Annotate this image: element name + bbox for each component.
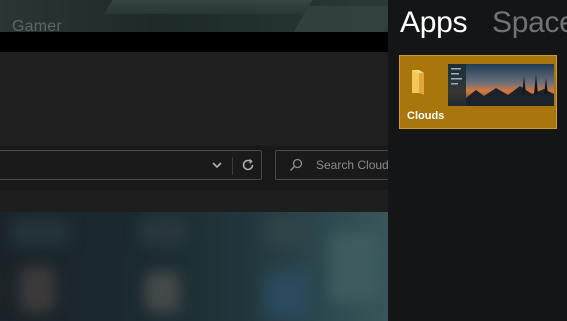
blurred-background-content	[0, 212, 388, 321]
tab-spaces[interactable]: Spaces	[492, 6, 567, 40]
address-bar[interactable]	[0, 150, 262, 180]
file-explorer-window: Search Cloud	[0, 52, 395, 212]
window-edge-band	[0, 32, 388, 52]
tile-label: Clouds	[407, 110, 445, 122]
folder-icon	[412, 70, 424, 95]
folder-preview-thumbnail	[448, 64, 554, 106]
search-field[interactable]: Search Cloud	[275, 150, 395, 180]
chevron-down-icon[interactable]	[209, 157, 225, 173]
titlebar-highlight	[291, 6, 388, 32]
titlebar-highlight	[104, 0, 316, 14]
tab-apps[interactable]: Apps	[400, 6, 467, 40]
address-divider	[232, 157, 233, 175]
app-tile-clouds[interactable]: Clouds	[399, 55, 557, 129]
search-placeholder: Search Cloud	[316, 158, 389, 172]
explorer-toolbar-strip	[0, 190, 388, 212]
refresh-icon[interactable]	[239, 156, 257, 174]
explorer-ribbon	[0, 52, 388, 146]
start-panel: Apps Spaces Cloud	[388, 0, 567, 321]
search-icon	[290, 158, 303, 171]
